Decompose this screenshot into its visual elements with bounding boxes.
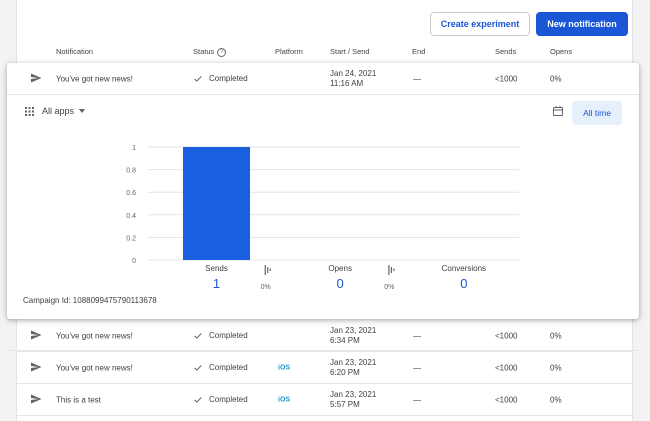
column-header-status[interactable]: Status? bbox=[193, 47, 227, 57]
end-time: — bbox=[413, 363, 421, 372]
category-value: 0 bbox=[337, 276, 344, 291]
expanded-notification-panel: You've got new news! Completed Jan 24, 2… bbox=[7, 63, 639, 351]
category-label: Conversions bbox=[442, 264, 486, 273]
end-time: — bbox=[413, 395, 421, 404]
new-notification-button[interactable]: New notification bbox=[536, 12, 628, 36]
funnel-rate-icon bbox=[388, 265, 395, 275]
start-send-time: Jan 23, 2021 5:57 PM bbox=[330, 390, 376, 410]
send-time: 5:57 PM bbox=[330, 399, 360, 409]
y-tick-label: 0.4 bbox=[126, 213, 136, 220]
start-send-time: Jan 23, 2021 6:20 PM bbox=[330, 358, 376, 378]
table-row[interactable]: You've got new news! Completed iOS Jan 2… bbox=[16, 352, 633, 384]
column-header-status-label: Status bbox=[193, 47, 215, 56]
y-tick-label: 0.8 bbox=[126, 168, 136, 175]
y-tick-label: 1 bbox=[132, 145, 136, 152]
send-time: 6:20 PM bbox=[330, 367, 360, 377]
y-tick-label: 0.6 bbox=[126, 190, 136, 197]
column-header-platform[interactable]: Platform bbox=[275, 47, 303, 56]
category-label: Sends bbox=[205, 264, 228, 273]
send-date: Jan 23, 2021 bbox=[330, 325, 377, 335]
y-tick-label: 0 bbox=[132, 258, 136, 265]
column-header-end[interactable]: End bbox=[412, 47, 425, 56]
table-row[interactable]: You've got new news! Completed Jan 23, 2… bbox=[16, 320, 633, 352]
send-time: 6:34 PM bbox=[330, 335, 360, 345]
category-label: Opens bbox=[328, 264, 352, 273]
status-text: Completed bbox=[209, 330, 248, 340]
sends-count: <1000 bbox=[495, 363, 518, 372]
column-header-notification[interactable]: Notification bbox=[56, 47, 93, 56]
status-badge: Completed bbox=[193, 363, 248, 373]
bar bbox=[183, 147, 250, 260]
start-send-time: Jan 23, 2021 6:34 PM bbox=[330, 326, 376, 346]
sends-count: <1000 bbox=[495, 395, 518, 404]
status-badge: Completed bbox=[193, 395, 248, 405]
opens-rate: 0% bbox=[550, 395, 562, 404]
notification-title: You've got new news! bbox=[56, 363, 133, 372]
send-icon bbox=[29, 361, 43, 375]
send-icon bbox=[29, 393, 43, 407]
status-text: Completed bbox=[209, 394, 248, 404]
funnel-rate: 0% bbox=[261, 284, 271, 291]
opens-rate: 0% bbox=[550, 331, 562, 340]
funnel-rate-icon bbox=[264, 265, 271, 275]
column-header-sends[interactable]: Sends bbox=[495, 47, 516, 56]
platform-ios-icon: iOS bbox=[278, 396, 291, 403]
platform-ios-icon: iOS bbox=[278, 364, 291, 371]
status-badge: Completed bbox=[193, 331, 248, 341]
category-value: 1 bbox=[213, 276, 220, 291]
status-text: Completed bbox=[209, 362, 248, 372]
create-experiment-button[interactable]: Create experiment bbox=[430, 12, 530, 36]
campaign-id: Campaign Id: 1088099475790113678 bbox=[23, 296, 157, 305]
end-time: — bbox=[413, 331, 421, 340]
table-header: Notification Status? Platform Start / Se… bbox=[16, 40, 633, 64]
funnel-rate: 0% bbox=[384, 284, 394, 291]
category-value: 0 bbox=[460, 276, 467, 291]
table-row[interactable]: This is a test Completed iOS Jan 23, 202… bbox=[16, 384, 633, 416]
send-date: Jan 23, 2021 bbox=[330, 389, 377, 399]
check-icon bbox=[194, 332, 202, 339]
check-icon bbox=[194, 364, 202, 371]
opens-rate: 0% bbox=[550, 363, 562, 372]
column-header-opens[interactable]: Opens bbox=[550, 47, 572, 56]
sends-count: <1000 bbox=[495, 331, 518, 340]
metrics-chart: 0 0.2 0.4 0.6 0.8 1 Sends 1 Opens 0 Conversions 0 0%… bbox=[126, 145, 519, 291]
column-header-start-send[interactable]: Start / Send bbox=[330, 47, 370, 56]
check-icon bbox=[194, 396, 202, 403]
notification-title: This is a test bbox=[56, 395, 101, 404]
send-date: Jan 23, 2021 bbox=[330, 357, 377, 367]
toolbar: Create experiment New notification bbox=[430, 12, 628, 36]
notification-title: You've got new news! bbox=[56, 331, 133, 340]
send-icon bbox=[29, 329, 43, 343]
y-tick-label: 0.2 bbox=[126, 235, 136, 242]
help-icon[interactable]: ? bbox=[217, 47, 227, 57]
